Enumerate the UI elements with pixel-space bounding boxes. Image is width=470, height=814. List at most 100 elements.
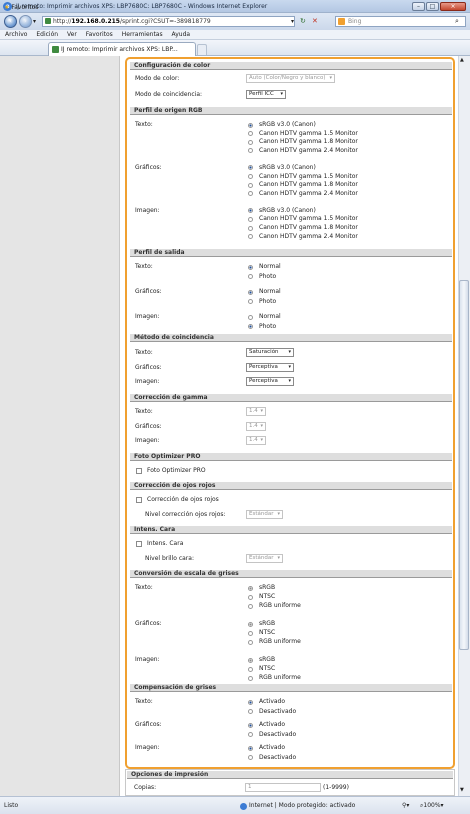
radio-option[interactable] xyxy=(248,657,253,663)
radio-option[interactable] xyxy=(248,314,253,320)
value-select[interactable]: 1.4 ▾ xyxy=(246,421,266,431)
face-checkbox[interactable] xyxy=(136,541,142,547)
status-bar: Listo Internet | Modo protegido: activad… xyxy=(0,796,470,814)
radio-option-label: sRGB v3.0 (Canon) xyxy=(259,206,316,214)
radio-option[interactable] xyxy=(248,274,253,279)
radio-option-label: RGB uniforme xyxy=(259,638,301,645)
radio-option-label: sRGB xyxy=(259,620,276,627)
window-title: IJ remoto: Imprimir archivos XPS: LBP768… xyxy=(16,3,268,10)
address-dropdown-icon[interactable]: ▾ xyxy=(291,18,294,25)
search-input[interactable]: Bing xyxy=(335,16,466,27)
radio-option[interactable] xyxy=(248,174,253,179)
chevron-down-icon: ▾ xyxy=(280,91,283,97)
search-icon[interactable]: ⌕ xyxy=(455,17,459,26)
radio-option-label: Photo xyxy=(259,297,277,305)
forward-button[interactable]: › xyxy=(19,15,32,28)
row-label: Gráficos: xyxy=(135,422,162,430)
radio-option[interactable] xyxy=(248,148,253,154)
radio-option[interactable] xyxy=(248,709,253,714)
group-label: Gráficos: xyxy=(135,721,162,728)
matching-mode-select[interactable]: Perfil ICC ▾ xyxy=(246,90,286,99)
redeye-checkbox[interactable] xyxy=(136,497,142,503)
group-label: Imagen: xyxy=(135,206,160,214)
menu-herramientas[interactable]: Herramientas xyxy=(122,31,163,38)
close-window-button[interactable]: × xyxy=(440,2,466,11)
radio-option[interactable] xyxy=(248,208,253,214)
menu-edicion[interactable]: Edición xyxy=(36,31,58,38)
value-select[interactable]: Perceptiva ▾ xyxy=(246,377,294,386)
section-redeye: Corrección de ojos rojos xyxy=(130,482,452,490)
radio-option[interactable] xyxy=(248,139,253,145)
matching-mode-value: Perfil ICC xyxy=(249,91,274,97)
radio-option-label: Activado xyxy=(259,721,286,728)
radio-option-label: Desactivado xyxy=(259,753,297,761)
value-select[interactable]: 1.4 ▾ xyxy=(246,407,266,416)
face-label: Intens. Cara xyxy=(147,540,184,547)
radio-option-label: Canon HDTV gamma 1.8 Monitor xyxy=(259,138,358,146)
radio-option[interactable] xyxy=(248,234,253,240)
radio-option[interactable] xyxy=(248,216,253,222)
maximize-button[interactable]: □ xyxy=(426,2,439,11)
menu-ver[interactable]: Ver xyxy=(67,31,77,38)
radio-option[interactable] xyxy=(248,699,253,705)
radio-option[interactable] xyxy=(248,225,253,231)
section-gamma: Corrección de gamma xyxy=(130,394,452,402)
radio-option[interactable] xyxy=(248,585,253,591)
back-button[interactable]: ‹ xyxy=(4,15,17,28)
stop-icon[interactable]: ✕ xyxy=(312,17,318,25)
radio-option-label: Normal xyxy=(259,313,281,320)
zoom-level[interactable]: ⌕100%▾ xyxy=(420,797,444,814)
new-tab-button[interactable] xyxy=(197,44,207,55)
radio-option[interactable] xyxy=(248,324,253,329)
print-options-panel: Opciones de impresión Copias: 1 (1-9999) xyxy=(125,769,455,796)
refresh-icon[interactable]: ↻ xyxy=(300,17,306,25)
radio-option[interactable] xyxy=(248,594,253,600)
settings-panel: Configuración de color Modo de color: Au… xyxy=(125,57,455,769)
radio-option[interactable] xyxy=(248,675,253,681)
menu-ayuda[interactable]: Ayuda xyxy=(172,31,191,38)
radio-option[interactable] xyxy=(248,122,253,128)
window-titlebar: e IJ remoto: Imprimir archivos XPS: LBP7… xyxy=(0,0,470,13)
menu-archivo[interactable]: Archivo xyxy=(5,31,27,38)
favorites-button[interactable]: ★ Favoritos xyxy=(4,3,38,13)
scroll-up-icon[interactable]: ▲ xyxy=(460,57,464,63)
copies-input[interactable]: 1 xyxy=(245,783,321,792)
address-input[interactable]: http://192.168.0.215/sprint.cgi?CSUT=-38… xyxy=(42,16,295,27)
scrollbar-thumb[interactable] xyxy=(459,280,469,650)
protected-mode-icon[interactable]: ⚲▾ xyxy=(402,797,409,814)
radio-option-label: Canon HDTV gamma 1.8 Monitor xyxy=(259,181,358,189)
chevron-down-icon: ▾ xyxy=(329,75,332,81)
menu-favoritos[interactable]: Favoritos xyxy=(86,31,113,38)
radio-option[interactable] xyxy=(248,131,253,137)
radio-option[interactable] xyxy=(248,755,253,760)
select-value: Saturación xyxy=(249,349,279,355)
radio-option[interactable] xyxy=(248,722,253,728)
value-select[interactable]: 1.4 ▾ xyxy=(246,436,266,445)
radio-option[interactable] xyxy=(248,191,253,197)
radio-option[interactable] xyxy=(248,621,253,627)
radio-option[interactable] xyxy=(248,165,253,171)
browser-tab[interactable]: IJ remoto: Imprimir archivos XPS: LBP... xyxy=(48,42,196,56)
radio-option[interactable] xyxy=(248,264,253,270)
redeye-level-select[interactable]: Estándar ▾ xyxy=(246,510,283,519)
value-select[interactable]: Perceptiva ▾ xyxy=(246,362,294,372)
radio-option[interactable] xyxy=(248,603,253,609)
minimize-button[interactable]: – xyxy=(412,2,425,11)
radio-option[interactable] xyxy=(248,289,253,295)
radio-option[interactable] xyxy=(248,630,253,636)
photo-optimizer-checkbox[interactable] xyxy=(136,468,142,474)
nav-dropdown-icon[interactable]: ▾ xyxy=(33,18,36,25)
row-label: Texto: xyxy=(135,408,153,415)
radio-option-label: Canon HDTV gamma 1.5 Monitor xyxy=(259,172,358,180)
color-mode-select[interactable]: Auto (Color/Negro y blanco) ▾ xyxy=(246,74,335,83)
scroll-down-icon[interactable]: ▼ xyxy=(460,787,464,793)
radio-option[interactable] xyxy=(248,639,253,645)
face-level-select[interactable]: Estándar ▾ xyxy=(246,554,283,563)
radio-option[interactable] xyxy=(248,666,253,672)
radio-option[interactable] xyxy=(248,299,253,304)
value-select[interactable]: Saturación ▾ xyxy=(246,348,294,357)
group-label: Gráficos: xyxy=(135,288,162,295)
radio-option[interactable] xyxy=(248,745,253,751)
radio-option[interactable] xyxy=(248,182,253,188)
radio-option[interactable] xyxy=(248,732,253,737)
